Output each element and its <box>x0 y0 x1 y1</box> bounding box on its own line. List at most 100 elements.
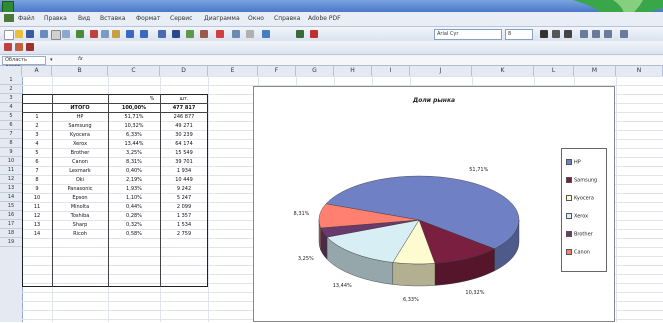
legend-item-xerox[interactable]: Xerox <box>566 213 588 220</box>
cell-company[interactable]: Sharp <box>52 221 108 230</box>
font-size-select[interactable]: 8 <box>505 29 533 40</box>
cell-percent[interactable]: 2,19% <box>108 176 160 185</box>
copy-icon[interactable] <box>101 30 109 38</box>
row-header[interactable]: 13 <box>0 184 22 193</box>
merge-center-icon[interactable] <box>620 30 628 38</box>
menu-file[interactable]: Файл <box>18 15 35 22</box>
column-header[interactable]: N <box>616 66 663 76</box>
menu-edit[interactable]: Правка <box>44 15 67 22</box>
cell-company[interactable]: Epson <box>52 194 108 203</box>
row-header[interactable]: 5 <box>0 112 22 121</box>
legend-item-canon[interactable]: Canon <box>566 249 590 256</box>
cell-percent[interactable]: 0,44% <box>108 203 160 212</box>
cell-percent[interactable]: 0,40% <box>108 167 160 176</box>
data-label-kyocera[interactable]: 6,33% <box>403 297 419 303</box>
select-all-corner[interactable] <box>0 66 22 76</box>
cell-company[interactable]: Ricoh <box>52 230 108 239</box>
row-header[interactable]: 8 <box>0 139 22 148</box>
help-icon[interactable] <box>262 30 270 38</box>
new-icon[interactable] <box>4 30 14 40</box>
cell-units[interactable]: 49 271 <box>160 122 208 131</box>
column-header[interactable]: L <box>534 66 574 76</box>
cell-rank[interactable]: 7 <box>22 167 52 176</box>
hyperlink-icon[interactable] <box>158 30 166 38</box>
cell-percent[interactable]: 51,71% <box>108 113 160 122</box>
cell-rank[interactable]: 4 <box>22 140 52 149</box>
menu-tools[interactable]: Сервис <box>170 15 192 22</box>
row-header[interactable]: 18 <box>0 229 22 238</box>
align-left-icon[interactable] <box>580 30 588 38</box>
menu-window[interactable]: Окно <box>248 15 264 22</box>
print-preview-icon[interactable] <box>62 30 70 38</box>
data-label-brother[interactable]: 3,25% <box>298 256 314 262</box>
cell-percent[interactable]: 3,25% <box>108 149 160 158</box>
row-header[interactable]: 4 <box>0 103 22 112</box>
save-icon[interactable] <box>26 30 34 38</box>
cell-company[interactable]: Brother <box>52 149 108 158</box>
cell-company[interactable]: Panasonic <box>52 185 108 194</box>
cell-percent[interactable]: 0,28% <box>108 212 160 221</box>
zoom-icon[interactable] <box>246 30 254 38</box>
column-header[interactable]: G <box>296 66 334 76</box>
cell-rank[interactable]: 9 <box>22 185 52 194</box>
legend-item-kyocera[interactable]: Kyocera <box>566 195 594 202</box>
name-box[interactable]: Область диагр... <box>2 56 46 70</box>
data-label-hp[interactable]: 51,71% <box>469 167 488 173</box>
cell-rank[interactable]: 1 <box>22 113 52 122</box>
cell-rank[interactable]: 2 <box>22 122 52 131</box>
row-header[interactable]: 15 <box>0 202 22 211</box>
cell-percent[interactable]: 8,31% <box>108 158 160 167</box>
column-header[interactable]: H <box>334 66 372 76</box>
cell-rank[interactable]: 14 <box>22 230 52 239</box>
open-icon[interactable] <box>15 30 23 38</box>
legend-item-hp[interactable]: HP <box>566 159 581 166</box>
column-header[interactable]: A <box>22 66 52 76</box>
dropdown-arrow-icon[interactable]: ▾ <box>50 57 53 63</box>
row-header[interactable]: 2 <box>0 85 22 94</box>
legend-item-samsung[interactable]: Samsung <box>566 177 597 184</box>
row-header[interactable]: 9 <box>0 148 22 157</box>
column-header[interactable]: M <box>574 66 616 76</box>
column-header[interactable]: K <box>472 66 534 76</box>
align-center-icon[interactable] <box>592 30 600 38</box>
cell-units[interactable]: 1 534 <box>160 221 208 230</box>
column-header[interactable]: E <box>208 66 258 76</box>
cell-percent[interactable]: 1,93% <box>108 185 160 194</box>
cell-units[interactable]: 30 239 <box>160 131 208 140</box>
paste-icon[interactable] <box>112 30 120 38</box>
formula-input[interactable] <box>90 56 660 63</box>
menu-insert[interactable]: Вставка <box>100 15 125 22</box>
cell-units[interactable]: 9 242 <box>160 185 208 194</box>
review-close-icon[interactable] <box>26 43 34 51</box>
row-header[interactable]: 14 <box>0 193 22 202</box>
row-header[interactable]: 7 <box>0 130 22 139</box>
menu-chart[interactable]: Диаграмма <box>204 15 240 22</box>
print-icon[interactable] <box>51 30 61 40</box>
data-label-xerox[interactable]: 13,44% <box>333 283 352 289</box>
underline-icon[interactable] <box>564 30 572 38</box>
cell-units[interactable]: 5 247 <box>160 194 208 203</box>
cell-percent[interactable]: 10,32% <box>108 122 160 131</box>
cell-units[interactable]: 15 549 <box>160 149 208 158</box>
legend-item-brother[interactable]: Brother <box>566 231 593 238</box>
row-header[interactable]: 6 <box>0 121 22 130</box>
row-header[interactable]: 1 <box>0 76 22 85</box>
chart-area[interactable]: Доли рынка 51,71% 10,32% 6,33% 13,44% 3,25% 8… <box>253 86 615 322</box>
data-label-canon[interactable]: 8,31% <box>294 211 310 217</box>
cell-units[interactable]: 39 701 <box>160 158 208 167</box>
cell-company[interactable]: Xerox <box>52 140 108 149</box>
data-label-samsung[interactable]: 10,32% <box>465 290 484 296</box>
pdf-icon[interactable] <box>296 30 304 38</box>
cell-company[interactable]: HP <box>52 113 108 122</box>
bold-icon[interactable] <box>540 30 548 38</box>
cell-units[interactable]: 1 357 <box>160 212 208 221</box>
cell-company[interactable]: Samsung <box>52 122 108 131</box>
column-header[interactable]: B <box>52 66 108 76</box>
cell-company[interactable]: Kyocera <box>52 131 108 140</box>
row-header[interactable]: 12 <box>0 175 22 184</box>
review-icon[interactable] <box>4 43 12 51</box>
cell-company[interactable]: Canon <box>52 158 108 167</box>
cell-units[interactable]: 2 759 <box>160 230 208 239</box>
fx-icon[interactable]: fx <box>78 56 83 62</box>
row-header[interactable]: 17 <box>0 220 22 229</box>
